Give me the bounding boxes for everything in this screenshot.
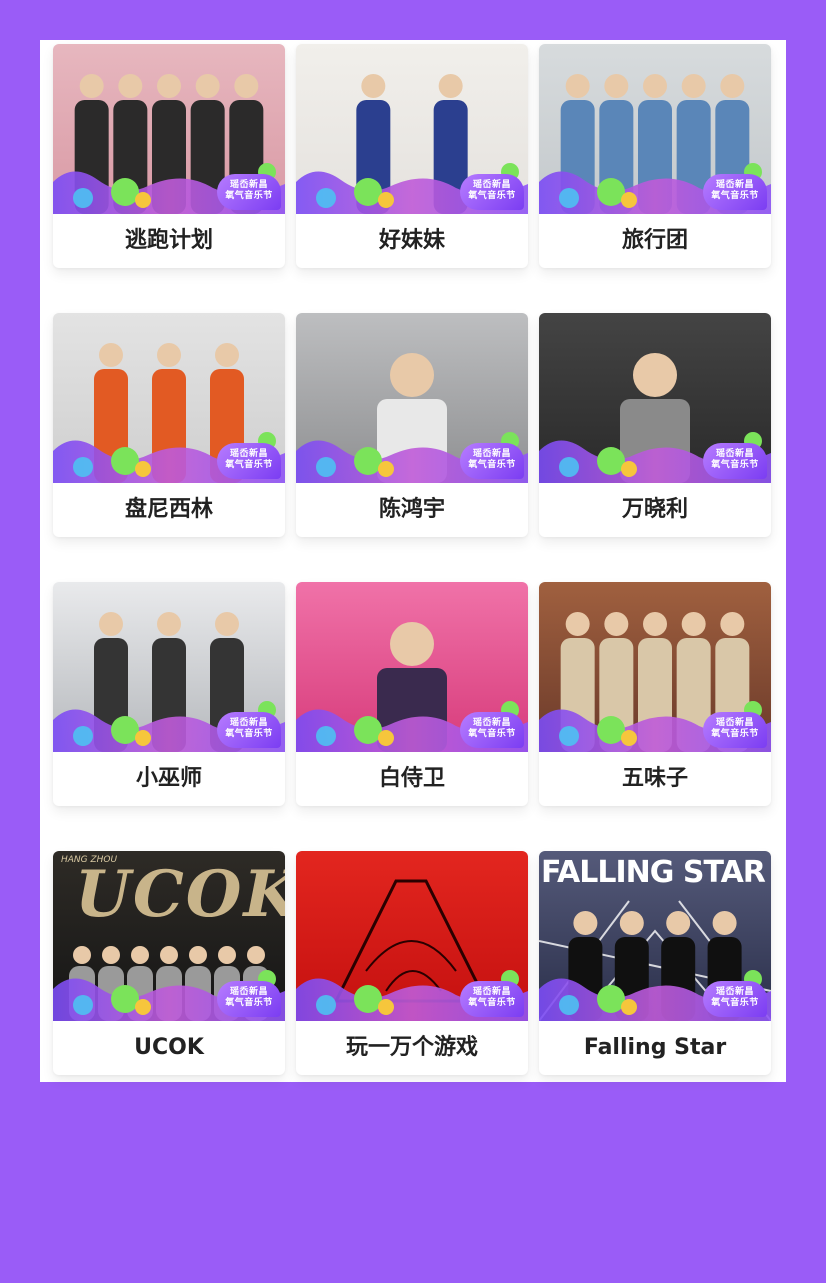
badge-line-2: 氧气音乐节 bbox=[711, 191, 759, 201]
artist-name: 小巫师 bbox=[135, 766, 202, 791]
artist-card[interactable]: 瑶岙新昌 氧气音乐节 好妹妹 bbox=[296, 44, 528, 268]
badge-line-2: 氧气音乐节 bbox=[711, 998, 759, 1008]
festival-logo-badge: 瑶岙新昌 氧气音乐节 bbox=[217, 174, 281, 210]
badge-line-2: 氧气音乐节 bbox=[225, 729, 273, 739]
artist-photo: HANG ZHOU UCOK 瑶岙新昌 氧气音乐节 bbox=[53, 851, 285, 1021]
badge-line-1: 瑶岙新昌 bbox=[472, 718, 511, 728]
badge-line-1: 瑶岙新昌 bbox=[229, 449, 268, 459]
artist-name: 白侍卫 bbox=[378, 766, 445, 791]
badge-line-1: 瑶岙新昌 bbox=[715, 180, 754, 190]
artist-card[interactable]: 瑶岙新昌 氧气音乐节 万晓利 bbox=[539, 313, 771, 537]
artist-card[interactable]: 瑶岙新昌 氧气音乐节 白侍卫 bbox=[296, 582, 528, 806]
artist-card[interactable]: 瑶岙新昌 氧气音乐节 旅行团 bbox=[539, 44, 771, 268]
artist-photo: 瑶岙新昌 氧气音乐节 bbox=[296, 44, 528, 214]
festival-logo-badge: 瑶岙新昌 氧气音乐节 bbox=[217, 712, 281, 748]
badge-line-1: 瑶岙新昌 bbox=[472, 180, 511, 190]
artist-photo: 瑶岙新昌 氧气音乐节 bbox=[53, 44, 285, 214]
artist-photo: 瑶岙新昌 氧气音乐节 bbox=[296, 582, 528, 752]
badge-line-2: 氧气音乐节 bbox=[225, 998, 273, 1008]
festival-logo-badge: 瑶岙新昌 氧气音乐节 bbox=[703, 174, 767, 210]
artist-card[interactable]: 瑶岙新昌 氧气音乐节 小巫师 bbox=[53, 582, 285, 806]
badge-line-1: 瑶岙新昌 bbox=[229, 718, 268, 728]
artist-card[interactable]: FALLING STAR 瑶岙新昌 氧气音乐节 Falling Star bbox=[539, 851, 771, 1075]
artist-photo: 瑶岙新昌 氧气音乐节 bbox=[539, 313, 771, 483]
artist-card[interactable]: 瑶岙新昌 氧气音乐节 陈鸿宇 bbox=[296, 313, 528, 537]
badge-line-1: 瑶岙新昌 bbox=[715, 987, 754, 997]
artist-name: UCOK bbox=[134, 1035, 204, 1060]
artist-name: 旅行团 bbox=[621, 228, 688, 253]
artist-photo: FALLING STAR 瑶岙新昌 氧气音乐节 bbox=[539, 851, 771, 1021]
artist-name: 逃跑计划 bbox=[124, 228, 213, 253]
artist-name: 好妹妹 bbox=[378, 228, 445, 253]
artist-grid: 瑶岙新昌 氧气音乐节 逃跑计划 瑶岙新昌 氧气音乐节 好妹妹 瑶岙新昌 氧气音乐节 旅行团 瑶岙新… bbox=[40, 40, 786, 1082]
artist-name: 五味子 bbox=[621, 766, 688, 791]
badge-line-2: 氧气音乐节 bbox=[468, 460, 516, 470]
badge-line-2: 氧气音乐节 bbox=[468, 729, 516, 739]
festival-logo-badge: 瑶岙新昌 氧气音乐节 bbox=[460, 712, 524, 748]
artist-card[interactable]: 瑶岙新昌 氧气音乐节 盘尼西林 bbox=[53, 313, 285, 537]
badge-line-2: 氧气音乐节 bbox=[468, 998, 516, 1008]
badge-line-1: 瑶岙新昌 bbox=[715, 449, 754, 459]
badge-line-2: 氧气音乐节 bbox=[468, 191, 516, 201]
badge-line-1: 瑶岙新昌 bbox=[715, 718, 754, 728]
artist-photo: 瑶岙新昌 氧气音乐节 bbox=[296, 851, 528, 1021]
badge-line-1: 瑶岙新昌 bbox=[229, 180, 268, 190]
artist-card[interactable]: HANG ZHOU UCOK 瑶岙新昌 氧气音乐节 UCOK bbox=[53, 851, 285, 1075]
badge-line-1: 瑶岙新昌 bbox=[472, 987, 511, 997]
festival-logo-badge: 瑶岙新昌 氧气音乐节 bbox=[460, 174, 524, 210]
badge-line-1: 瑶岙新昌 bbox=[472, 449, 511, 459]
artist-name: 玩一万个游戏 bbox=[345, 1035, 478, 1060]
artist-photo: 瑶岙新昌 氧气音乐节 bbox=[53, 313, 285, 483]
artist-photo: 瑶岙新昌 氧气音乐节 bbox=[53, 582, 285, 752]
festival-logo-badge: 瑶岙新昌 氧气音乐节 bbox=[217, 443, 281, 479]
artist-name: 万晓利 bbox=[621, 497, 688, 522]
festival-logo-badge: 瑶岙新昌 氧气音乐节 bbox=[460, 981, 524, 1017]
artist-photo: 瑶岙新昌 氧气音乐节 bbox=[296, 313, 528, 483]
artist-name: 陈鸿宇 bbox=[378, 497, 445, 522]
badge-line-1: 瑶岙新昌 bbox=[229, 987, 268, 997]
festival-logo-badge: 瑶岙新昌 氧气音乐节 bbox=[703, 712, 767, 748]
festival-logo-badge: 瑶岙新昌 氧气音乐节 bbox=[703, 443, 767, 479]
festival-logo-badge: 瑶岙新昌 氧气音乐节 bbox=[703, 981, 767, 1017]
festival-logo-badge: 瑶岙新昌 氧气音乐节 bbox=[460, 443, 524, 479]
badge-line-2: 氧气音乐节 bbox=[225, 460, 273, 470]
artist-card[interactable]: 瑶岙新昌 氧气音乐节 五味子 bbox=[539, 582, 771, 806]
badge-line-2: 氧气音乐节 bbox=[711, 729, 759, 739]
festival-logo-badge: 瑶岙新昌 氧气音乐节 bbox=[217, 981, 281, 1017]
artist-name: 盘尼西林 bbox=[124, 497, 213, 522]
artist-name: Falling Star bbox=[583, 1035, 727, 1060]
artist-photo: 瑶岙新昌 氧气音乐节 bbox=[539, 44, 771, 214]
artist-photo: 瑶岙新昌 氧气音乐节 bbox=[539, 582, 771, 752]
badge-line-2: 氧气音乐节 bbox=[225, 191, 273, 201]
badge-line-2: 氧气音乐节 bbox=[711, 460, 759, 470]
artist-card[interactable]: 瑶岙新昌 氧气音乐节 逃跑计划 bbox=[53, 44, 285, 268]
artist-card[interactable]: 瑶岙新昌 氧气音乐节玩一万个游戏 bbox=[296, 851, 528, 1075]
